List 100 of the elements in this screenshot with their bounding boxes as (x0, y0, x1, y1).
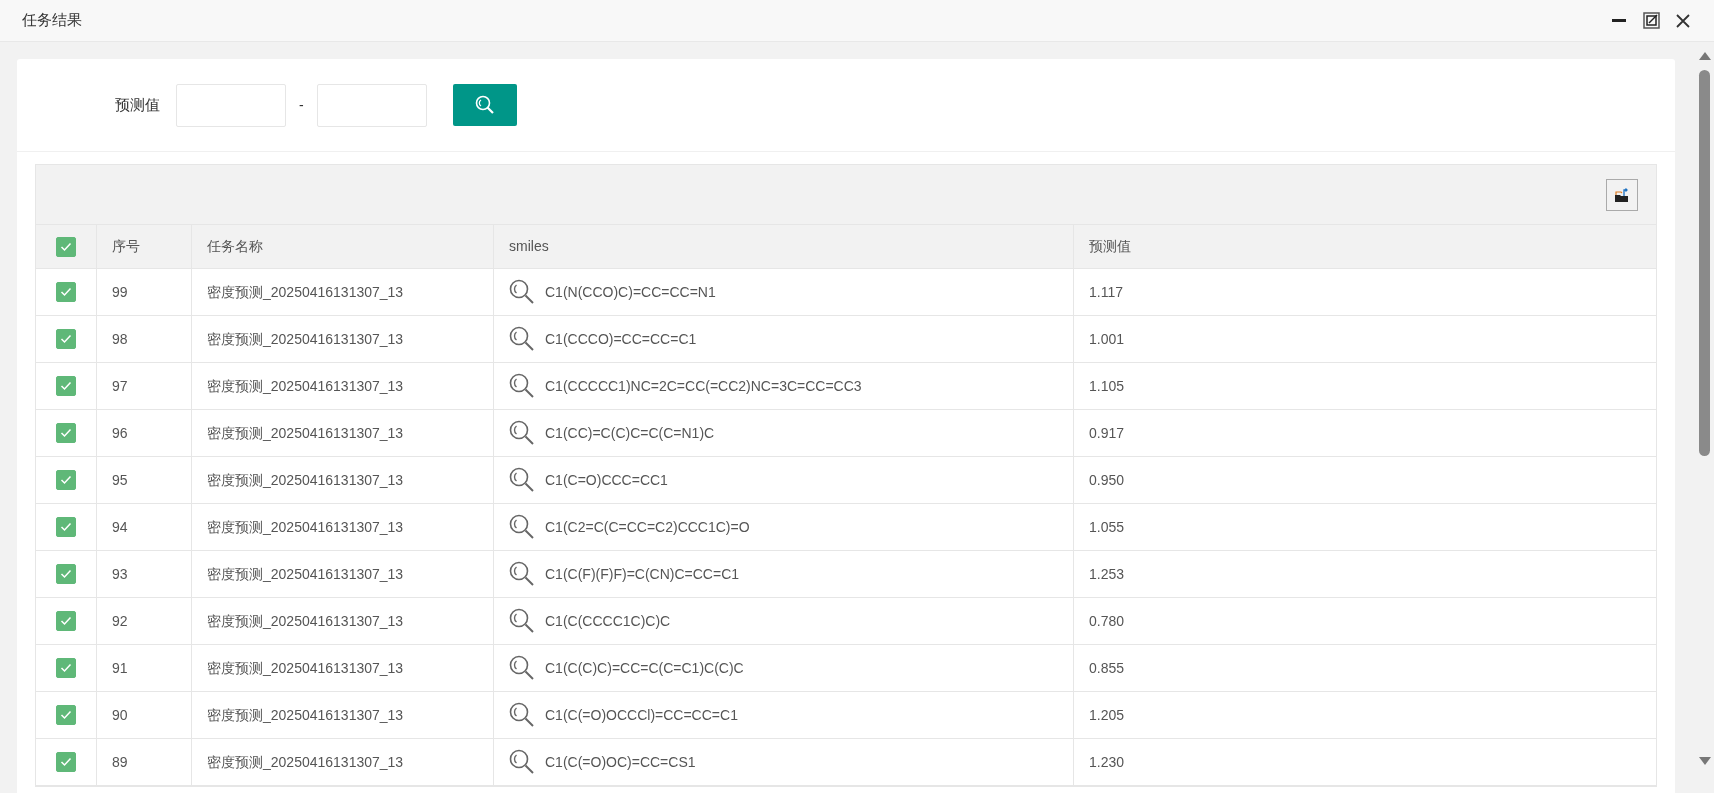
check-icon (60, 757, 72, 767)
smiles-text: C1(C(CCCC1C)C)C (545, 611, 671, 631)
predicted-value: 1.253 (1089, 564, 1125, 584)
smiles-text: C1(C(F)(F)F)=C(CN)C=CC=C1 (545, 564, 740, 584)
predicted-value: 1.105 (1089, 376, 1125, 396)
checkbox[interactable] (56, 282, 76, 302)
index-header: 序号 (112, 237, 140, 256)
checkbox[interactable] (56, 470, 76, 490)
checkbox[interactable] (56, 236, 76, 257)
magnifier-icon[interactable] (509, 467, 535, 493)
close-icon (1675, 12, 1691, 29)
min-value-input[interactable] (176, 83, 286, 127)
magnifier-icon[interactable] (509, 655, 535, 681)
window-title: 任务结果 (22, 10, 82, 31)
task-name: 密度预测_20250416131307_13 (207, 517, 404, 537)
checkbox[interactable] (56, 705, 76, 725)
maximize-button[interactable] (1642, 11, 1660, 30)
filter-label: 预测值 (115, 94, 160, 115)
smiles-text: C1(CCCCC1)NC=2C=CC(=CC2)NC=3C=CC=CC3 (545, 376, 862, 396)
magnifier-icon[interactable] (509, 608, 535, 634)
check-icon (60, 569, 72, 579)
task-name: 密度预测_20250416131307_13 (207, 611, 404, 631)
checkbox[interactable] (56, 658, 76, 678)
task-name: 密度预测_20250416131307_13 (207, 329, 404, 349)
check-icon (60, 287, 72, 297)
predicted-value: 0.855 (1089, 658, 1125, 678)
magnifier-icon[interactable] (509, 749, 535, 775)
predicted-value: 1.001 (1089, 329, 1125, 349)
smiles-text: C1(C(C)C)=CC=C(C=C1)C(C)C (545, 658, 744, 678)
smiles-text: C1(N(CCO)C)=CC=CC=N1 (545, 282, 716, 302)
task-name-header: 任务名称 (207, 237, 263, 256)
search-icon (474, 95, 495, 115)
checkbox[interactable] (56, 611, 76, 631)
row-index: 94 (112, 517, 128, 537)
smiles-text: C1(C2=C(C=CC=C2)CCC1C)=O (545, 517, 750, 537)
check-icon (60, 428, 72, 438)
predicted-value: 0.950 (1089, 470, 1125, 490)
check-icon (60, 381, 72, 391)
task-name: 密度预测_20250416131307_13 (207, 752, 404, 772)
row-index: 96 (112, 423, 128, 443)
check-icon (60, 334, 72, 344)
smiles-text: C1(C(=O)OCCCl)=CC=CC=C1 (545, 705, 738, 725)
magnifier-icon[interactable] (509, 420, 535, 446)
predicted-value: 0.917 (1089, 423, 1125, 443)
minimize-icon (1612, 19, 1626, 22)
row-index: 90 (112, 705, 128, 725)
row-index: 97 (112, 376, 128, 396)
magnifier-icon[interactable] (509, 373, 535, 399)
max-value-input[interactable] (316, 83, 427, 127)
check-icon (60, 522, 72, 532)
row-index: 95 (112, 470, 128, 490)
magnifier-icon[interactable] (509, 514, 535, 540)
check-icon (60, 475, 72, 485)
check-icon (60, 710, 72, 720)
checkbox[interactable] (56, 329, 76, 349)
checkbox[interactable] (56, 376, 76, 396)
check-icon (60, 241, 72, 252)
search-button[interactable] (452, 84, 517, 126)
checkbox[interactable] (56, 517, 76, 537)
predicted-value: 0.780 (1089, 611, 1125, 631)
row-index: 93 (112, 564, 128, 584)
task-name: 密度预测_20250416131307_13 (207, 423, 404, 443)
magnifier-icon[interactable] (509, 561, 535, 587)
predicted-value: 1.055 (1089, 517, 1125, 537)
smiles-text: C1(CC)=C(C)C=C(C=N1)C (545, 423, 715, 443)
task-name: 密度预测_20250416131307_13 (207, 658, 404, 678)
task-name: 密度预测_20250416131307_13 (207, 705, 404, 725)
smiles-text: C1(C(=O)OC)=CC=CS1 (545, 752, 696, 772)
task-name: 密度预测_20250416131307_13 (207, 376, 404, 396)
checkbox[interactable] (56, 423, 76, 443)
row-index: 91 (112, 658, 128, 678)
check-icon (60, 663, 72, 673)
predicted-value: 1.117 (1089, 282, 1123, 302)
task-name: 密度预测_20250416131307_13 (207, 564, 404, 584)
smiles-text: C1(C=O)CCC=CC1 (545, 470, 668, 490)
export-button[interactable] (1606, 178, 1638, 211)
row-index: 89 (112, 752, 128, 772)
value-header: 预测值 (1089, 237, 1131, 256)
scrollbar-thumb[interactable] (1699, 70, 1710, 456)
check-icon (60, 616, 72, 626)
row-index: 99 (112, 282, 128, 302)
row-index: 92 (112, 611, 128, 631)
range-separator: - (299, 95, 304, 115)
predicted-value: 1.230 (1089, 752, 1125, 772)
checkbox[interactable] (56, 752, 76, 772)
task-name: 密度预测_20250416131307_13 (207, 282, 404, 302)
checkbox[interactable] (56, 564, 76, 584)
magnifier-icon[interactable] (509, 326, 535, 352)
row-index: 98 (112, 329, 128, 349)
smiles-text: C1(CCCO)=CC=CC=C1 (545, 329, 697, 349)
predicted-value: 1.205 (1089, 705, 1125, 725)
maximize-icon (1642, 12, 1660, 29)
close-button[interactable] (1674, 11, 1692, 30)
magnifier-icon[interactable] (509, 279, 535, 305)
scroll-up-icon[interactable] (1699, 52, 1711, 60)
scroll-down-icon[interactable] (1699, 757, 1711, 765)
magnifier-icon[interactable] (509, 702, 535, 728)
task-name: 密度预测_20250416131307_13 (207, 470, 404, 490)
smiles-header: smiles (509, 237, 549, 256)
folder-export-icon (1613, 186, 1631, 203)
